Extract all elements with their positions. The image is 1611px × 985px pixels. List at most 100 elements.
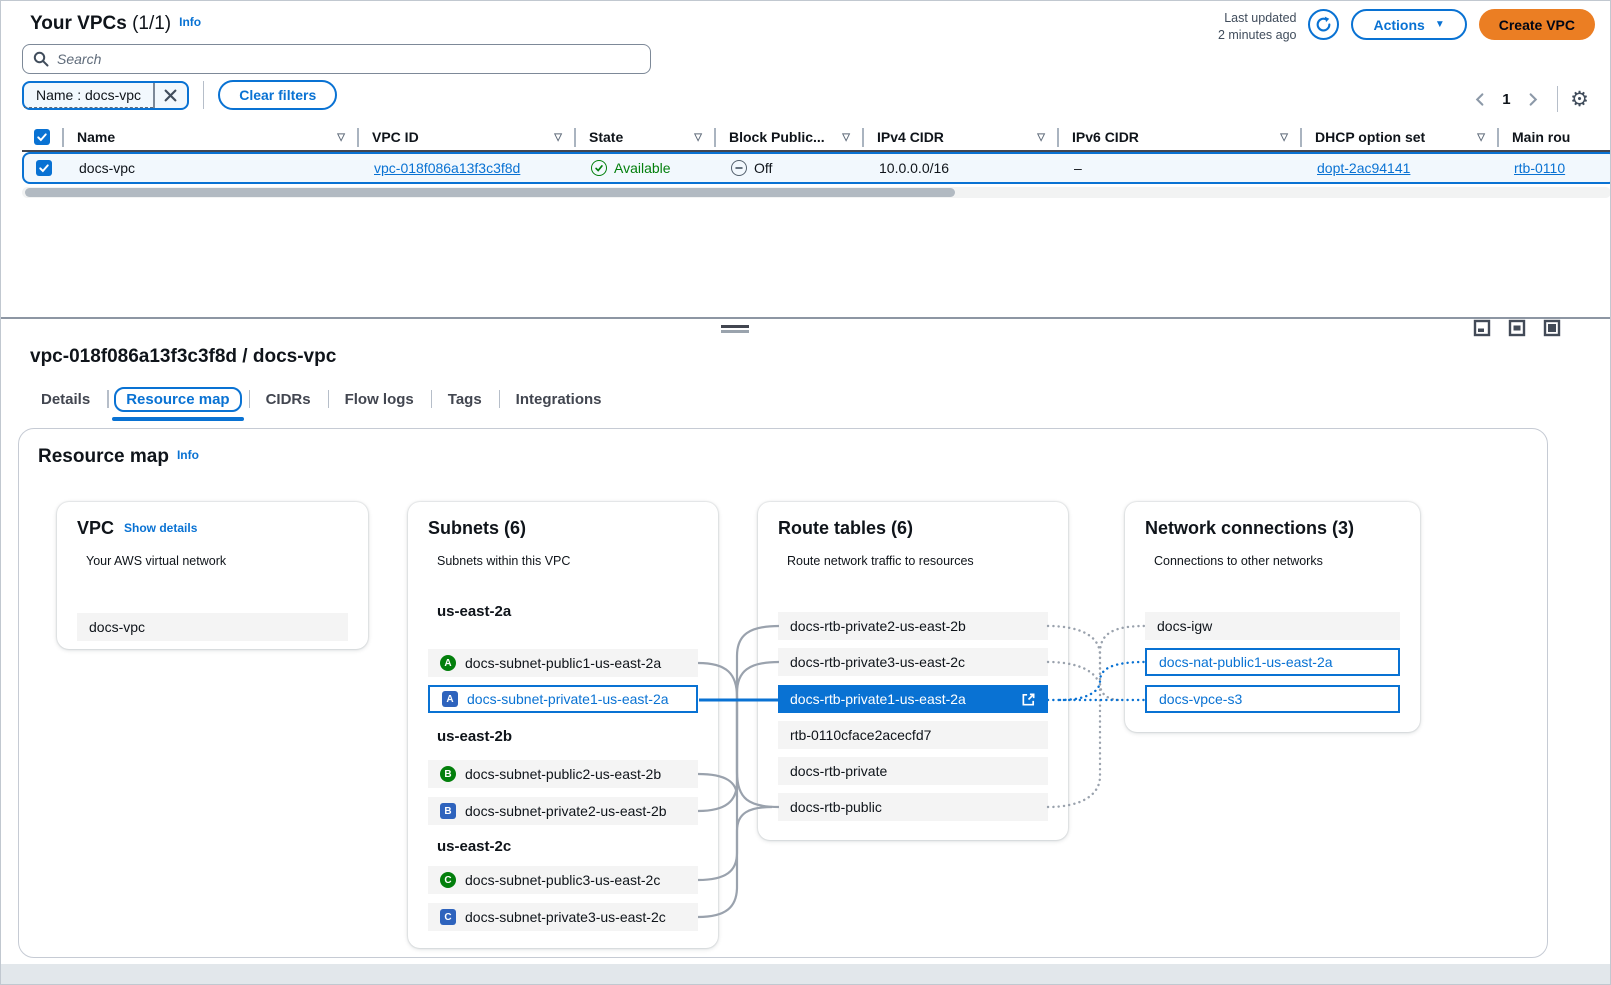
search-input[interactable]: Search [22, 44, 651, 74]
network-connections-card: Network connections (3) Connections to o… [1125, 502, 1420, 732]
col-header-name[interactable]: Name▽ [62, 124, 357, 150]
sort-icon[interactable]: ▽ [1037, 132, 1045, 143]
external-link-icon[interactable] [1021, 692, 1036, 707]
show-details-link[interactable]: Show details [124, 521, 197, 535]
resource-item-vpc-endpoint[interactable]: docs-vpce-s3 [1145, 685, 1400, 713]
panel-layout-controls [1473, 319, 1561, 337]
private-subnet-badge: B [440, 803, 456, 819]
checkbox-checked-icon [36, 160, 52, 176]
col-header-vpc-id[interactable]: VPC ID▽ [357, 124, 574, 150]
table-header: Name▽ VPC ID▽ State▽ Block Public...▽ IP… [22, 124, 1611, 152]
panel-full-icon[interactable] [1543, 319, 1561, 337]
filter-separator [203, 81, 205, 109]
row-checkbox[interactable] [24, 160, 64, 176]
private-subnet-badge: C [440, 909, 456, 925]
col-header-block-public[interactable]: Block Public...▽ [714, 124, 862, 150]
tab-resource-map[interactable]: Resource map [107, 384, 248, 414]
resource-item-nat-gateway[interactable]: docs-nat-public1-us-east-2a [1145, 648, 1400, 676]
previous-page-button[interactable] [1468, 87, 1492, 111]
actions-label: Actions [1373, 17, 1424, 33]
resource-item-route-table-selected[interactable]: docs-rtb-private1-us-east-2a [778, 685, 1048, 713]
info-link[interactable]: Info [177, 448, 199, 462]
panel-bottom-icon[interactable] [1473, 319, 1491, 337]
actions-button[interactable]: Actions▼ [1351, 9, 1466, 40]
tab-flow-logs[interactable]: Flow logs [328, 384, 431, 414]
dhcp-option-set-link[interactable]: dopt-2ac94141 [1317, 160, 1410, 176]
table-settings-button[interactable]: ⚙ [1570, 89, 1589, 110]
sort-icon[interactable]: ▽ [554, 132, 562, 143]
sort-icon[interactable]: ▽ [337, 132, 345, 143]
remove-filter-button[interactable] [155, 89, 187, 102]
resource-item-route-table[interactable]: docs-rtb-private [778, 757, 1048, 785]
resource-item-route-table[interactable]: rtb-0110cface2acecfd7 [778, 721, 1048, 749]
cell-ipv6-cidr: – [1059, 160, 1302, 176]
refresh-button[interactable] [1308, 9, 1339, 40]
page-title: Your VPCs (1/1)Info [30, 13, 201, 35]
resource-item-subnet[interactable]: Bdocs-subnet-public2-us-east-2b [428, 760, 698, 788]
filter-token: Name : docs-vpc [22, 81, 189, 110]
public-subnet-badge: C [440, 872, 456, 888]
detail-tabs: Details Resource map CIDRs Flow logs Tag… [24, 384, 619, 414]
panel-split-icon[interactable] [1508, 319, 1526, 337]
tab-cidrs[interactable]: CIDRs [249, 384, 328, 414]
public-subnet-badge: A [440, 655, 456, 671]
resource-item-subnet[interactable]: Bdocs-subnet-private2-us-east-2b [428, 797, 698, 825]
table-row[interactable]: docs-vpc vpc-018f086a13f3c3f8d Available… [22, 152, 1611, 184]
search-placeholder: Search [57, 51, 101, 67]
tab-details[interactable]: Details [24, 384, 107, 414]
network-connections-card-title: Network connections (3) [1145, 518, 1354, 539]
create-vpc-label: Create VPC [1499, 17, 1575, 33]
sort-icon[interactable]: ▽ [842, 132, 850, 143]
col-header-ipv6-cidr[interactable]: IPv6 CIDR▽ [1057, 124, 1300, 150]
route-tables-card: Route tables (6) Route network traffic t… [758, 502, 1068, 840]
header-actions: Last updated 2 minutes ago Actions▼ Crea… [1218, 9, 1595, 44]
resource-item-route-table[interactable]: docs-rtb-private3-us-east-2c [778, 648, 1048, 676]
main-route-table-link[interactable]: rtb-0110 [1514, 160, 1565, 176]
public-subnet-badge: B [440, 766, 456, 782]
vpc-id-link[interactable]: vpc-018f086a13f3c3f8d [374, 160, 520, 176]
split-panel-divider [0, 317, 1611, 319]
select-all-checkbox[interactable] [22, 129, 62, 145]
chevron-left-icon [1473, 92, 1488, 107]
vpc-count: (1/1) [132, 13, 171, 34]
az-group-header: us-east-2b [437, 728, 512, 745]
col-header-ipv4-cidr[interactable]: IPv4 CIDR▽ [862, 124, 1057, 150]
resource-item-vpc[interactable]: docs-vpc [77, 613, 348, 641]
col-header-state[interactable]: State▽ [574, 124, 714, 150]
sort-icon[interactable]: ▽ [1280, 132, 1288, 143]
resource-item-subnet[interactable]: Cdocs-subnet-public3-us-east-2c [428, 866, 698, 894]
cell-ipv4-cidr: 10.0.0.0/16 [864, 160, 1059, 176]
col-header-dhcp-option-set[interactable]: DHCP option set▽ [1300, 124, 1497, 150]
checkbox-checked-icon [34, 129, 50, 145]
tab-tags[interactable]: Tags [431, 384, 499, 414]
col-header-main-route[interactable]: Main rou [1497, 124, 1611, 150]
page-number[interactable]: 1 [1502, 91, 1510, 108]
create-vpc-button[interactable]: Create VPC [1479, 9, 1595, 40]
filter-token-label[interactable]: Name : docs-vpc [24, 83, 153, 108]
resource-item-route-table[interactable]: docs-rtb-private2-us-east-2b [778, 612, 1048, 640]
subnets-card-subtitle: Subnets within this VPC [437, 554, 570, 568]
resource-item-route-table[interactable]: docs-rtb-public [778, 793, 1048, 821]
off-status-icon [731, 160, 747, 176]
close-icon [164, 89, 177, 102]
cell-block-public: Off [716, 160, 864, 176]
resource-item-subnet[interactable]: Adocs-subnet-public1-us-east-2a [428, 649, 698, 677]
resource-item-subnet-selected[interactable]: Adocs-subnet-private1-us-east-2a [428, 685, 698, 713]
private-subnet-badge: A [442, 691, 458, 707]
tab-integrations[interactable]: Integrations [499, 384, 619, 414]
detail-title: vpc-018f086a13f3c3f8d / docs-vpc [30, 346, 336, 368]
subnets-card: Subnets (6) Subnets within this VPC us-e… [408, 502, 718, 948]
sort-icon[interactable]: ▽ [1477, 132, 1485, 143]
sort-icon[interactable]: ▽ [694, 132, 702, 143]
resource-item-internet-gateway[interactable]: docs-igw [1145, 612, 1400, 640]
route-tables-card-title: Route tables (6) [778, 518, 913, 539]
resource-item-subnet[interactable]: Cdocs-subnet-private3-us-east-2c [428, 903, 698, 931]
split-panel-drag-handle[interactable] [721, 325, 749, 333]
filter-row: Name : docs-vpc Clear filters [22, 80, 337, 110]
next-page-button[interactable] [1521, 87, 1545, 111]
az-group-header: us-east-2a [437, 603, 511, 620]
info-link[interactable]: Info [179, 15, 201, 29]
scrollbar-thumb[interactable] [25, 188, 955, 197]
clear-filters-button[interactable]: Clear filters [218, 80, 337, 110]
subnets-card-title: Subnets (6) [428, 518, 526, 539]
